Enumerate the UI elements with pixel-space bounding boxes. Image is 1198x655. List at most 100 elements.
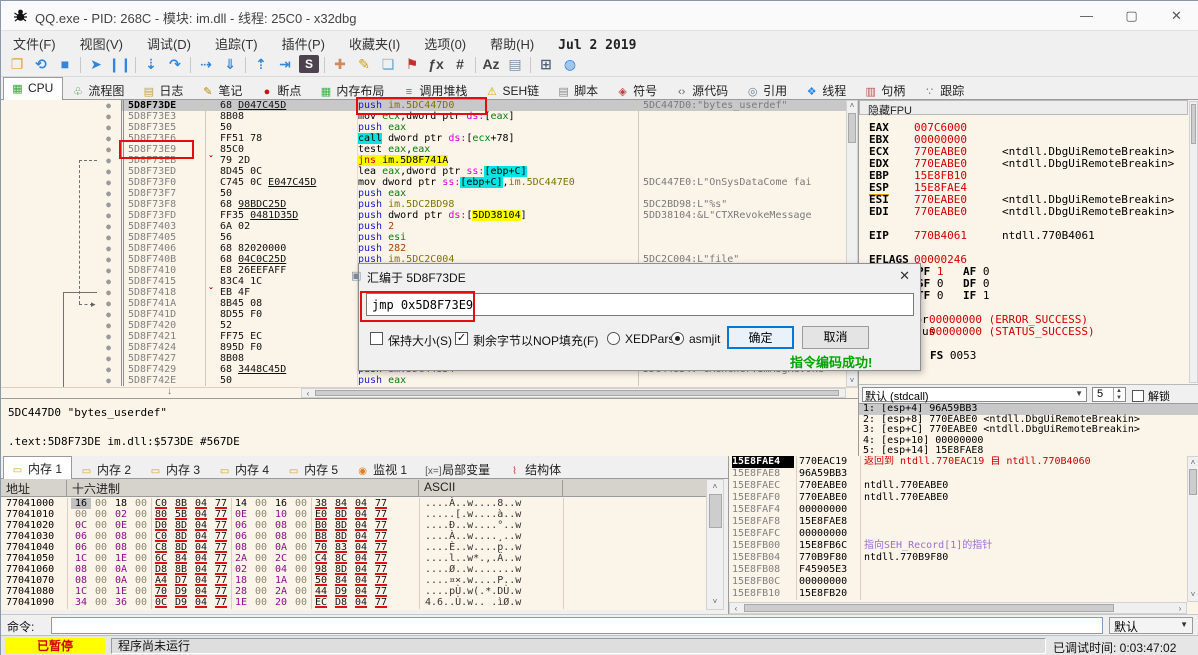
bookmark-icon[interactable]: ⚑ [400,53,424,75]
bottom-tab-内存 1[interactable]: ▭ 内存 1 [3,456,73,479]
dump-header-ascii[interactable]: ASCII [419,480,563,496]
dump-row[interactable]: 77041070 08 00 0A 00 A4 D7 04 77 18 00 1A 00 50 84 04 77… [1,575,706,586]
stack-row[interactable]: 15E8FB00 15E8FB6C 指向SEH_Record[1]的指针 [729,540,1198,552]
stack-vscrollbar[interactable]: ˄ ˅ [1187,456,1198,602]
breakpoint-dot-icon[interactable]: ● [96,210,121,221]
command-script-select[interactable]: 默认 ▼ [1109,617,1193,634]
dump-row[interactable]: 77041060 08 00 0A 00 D8 8B 04 77 02 00 04 00 98 8D 04 77… [1,564,706,575]
breakpoint-dot-icon[interactable]: ● [96,287,121,298]
disasm-row[interactable]: ● 5D8F73F8 68 98BDC25D push im.5DC2BD98 5DC2… [1,199,846,210]
run-icon[interactable]: ➤ [84,53,108,75]
unlock-checkbox[interactable]: 解锁 [1132,388,1170,404]
view-tab-线程[interactable]: ❖ 线程 [797,78,856,100]
breakpoint-dot-icon[interactable]: ● [96,331,121,342]
bottom-tab-内存 5[interactable]: ▭ 内存 5 [279,457,348,479]
calculator-icon[interactable]: ⊞ [534,53,558,75]
breakpoint-dot-icon[interactable]: ● [96,111,121,122]
keep-size-label[interactable]: 保持大小(S) [388,332,452,349]
phone-icon[interactable]: ▤ [503,53,527,75]
globe-icon[interactable]: ◍ [558,53,582,75]
register-value[interactable]: 770EABE0 [914,206,967,218]
disasm-row[interactable]: ● 5D8F73E5 50 push eax [1,122,846,133]
view-tab-源代码[interactable]: ‹› 源代码 [667,78,738,100]
run-to-user-icon[interactable]: ⇢ [194,53,218,75]
register-row[interactable]: EAX 007C6000 [859,122,1188,134]
view-tab-句柄[interactable]: ▥ 句柄 [856,78,915,100]
disasm-hscrollbar[interactable]: ‹ [301,388,846,398]
dump-row[interactable]: 77041080 1C 00 1E 00 70 D9 04 77 28 00 2A 00 44 D9 04 77… [1,586,706,597]
step-over-icon[interactable]: ↷ [163,53,187,75]
breakpoint-dot-icon[interactable]: ● [96,309,121,320]
register-row[interactable]: EIP 770B4061 ntdll.770B4061 [859,230,1188,242]
disasm-row[interactable]: ● 5D8F7403 6A 02 push 2 [1,221,846,232]
breakpoint-dot-icon[interactable]: ● [96,375,121,386]
arguments-list[interactable]: 1: [esp+4] 96A59BB3 2: [esp+8] 770EABE0 <… [858,403,1198,456]
execute-till-return-icon[interactable]: ⇓ [218,53,242,75]
breakpoint-dot-icon[interactable]: ● [96,199,121,210]
maximize-button[interactable]: ▢ [1109,1,1154,30]
dump-header-address[interactable]: 地址 [1,480,67,496]
breakpoint-dot-icon[interactable]: ● [96,100,121,111]
breakpoint-dot-icon[interactable]: ● [96,155,121,166]
asmjit-label[interactable]: asmjit [689,332,720,346]
stepper-arrows-icon[interactable]: ▲ ▼ [1113,388,1124,402]
nop-fill-label[interactable]: 剩余字节以NOP填充(F) [473,332,598,349]
function-icon[interactable]: ƒx [424,53,448,75]
view-tab-跟踪[interactable]: ∵ 跟踪 [915,78,974,100]
view-tab-SEH链[interactable]: ⚠ SEH链 [477,78,549,100]
restart-icon[interactable]: ⟲ [29,53,53,75]
view-tab-调用堆栈[interactable]: ≡ 调用堆栈 [394,78,477,100]
view-tab-断点[interactable]: ● 断点 [252,78,311,100]
xedparse-radio[interactable] [607,332,620,345]
memory-dump-panel[interactable]: 地址 十六进制 ASCII 77041000 16 00 18 00 C0 8B 04 77 14… [1,479,724,610]
view-tab-内存布局[interactable]: ▦ 内存布局 [311,78,394,100]
attach-icon[interactable]: ⇥ [273,53,297,75]
dump-vscrollbar[interactable]: ˄ ˅ [706,479,724,610]
dump-row[interactable]: 77041040 06 00 08 00 C8 8D 04 77 08 00 0A 00 70 83 04 77… [1,542,706,553]
hide-fpu-button[interactable]: 隐藏FPU [859,100,1188,117]
run-up-icon[interactable]: ⇡ [249,53,273,75]
dump-row[interactable]: 77041090 34 00 36 00 0C D9 04 77 1E 00 20 00 EC D8 04 77… [1,597,706,608]
disasm-row[interactable]: ● 5D8F73ED 8D45 0C lea eax,dword ptr ss:[eb… [1,166,846,177]
breakpoint-dot-icon[interactable]: ● [96,320,121,331]
bottom-tab-内存 2[interactable]: ▭ 内存 2 [72,457,141,479]
scroll-down-icon[interactable]: ˅ [707,597,723,607]
breakpoint-dot-icon[interactable]: ● [96,166,121,177]
bottom-tab-内存 3[interactable]: ▭ 内存 3 [141,457,210,479]
nop-fill-checkbox[interactable]: ✓ [455,332,468,345]
stack-row[interactable]: 15E8FAF8 15E8FAE8 [729,516,1198,528]
breakpoint-dot-icon[interactable]: ● [96,232,121,243]
breakpoint-dot-icon[interactable]: ● [96,364,121,375]
scroll-up-icon[interactable]: ˄ [847,101,857,111]
view-tab-引用[interactable]: ◎ 引用 [738,78,797,100]
stack-row[interactable]: 15E8FB04 770B9F80 ntdll.770B9F80 [729,552,1198,564]
dump-row[interactable]: 77041020 0C 00 0E 00 D0 8D 04 77 06 00 08 00 B0 8D 04 77… [1,520,706,531]
stack-row[interactable]: 15E8FAE4 770EAC19 返回到 ntdll.770EAC19 自 ntd… [729,456,1198,468]
bottom-tab-内存 4[interactable]: ▭ 内存 4 [210,457,279,479]
view-tab-符号[interactable]: ◈ 符号 [608,78,667,100]
breakpoint-dot-icon[interactable]: ● [96,254,121,265]
minimize-button[interactable]: — [1064,1,1109,30]
disasm-row[interactable]: ● 5D8F73E6 FF51 78 call dword ptr ds:[ecx+7… [1,133,846,144]
stack-row[interactable]: 15E8FAE8 96A59BB3 [729,468,1198,480]
keep-size-checkbox[interactable] [370,332,383,345]
stack-row[interactable]: 15E8FAEC 770EABE0 ntdll.770EABE0 [729,480,1198,492]
stack-panel[interactable]: 15E8FAE4 770EAC19 返回到 ntdll.770EAC19 自 ntd… [728,456,1198,614]
stack-row[interactable]: 15E8FB10 15E8FB20 [729,588,1198,600]
bottom-tab-结构体[interactable]: ⌇ 结构体 [500,457,571,479]
stack-row[interactable]: 15E8FB08 F45905E3 [729,564,1198,576]
disasm-row[interactable]: ● 5D8F73EB ˇ 79 2D jns im.5D8F741A [1,155,846,166]
arg-count-stepper[interactable]: 5 ▲ ▼ [1092,387,1126,402]
disasm-row[interactable]: ● 5D8F73F7 50 push eax [1,188,846,199]
argument-row[interactable]: 3: [esp+C] 770EABE0 <ntdll.DbgUiRemoteBr… [859,424,1198,436]
stop-icon[interactable]: ■ [53,53,77,75]
breakpoint-dot-icon[interactable]: ● [96,243,121,254]
breakpoint-dot-icon[interactable]: ● [96,144,121,155]
view-tab-CPU[interactable]: ▦ CPU [3,77,64,100]
dump-row[interactable]: 77041010 00 00 02 00 80 5B 04 77 0E 00 10 00 E0 8D 04 77… [1,509,706,520]
scroll-down-icon[interactable]: ˅ [847,376,857,386]
disasm-row[interactable]: ● 5D8F73E9 85C0 test eax,eax [1,144,846,155]
argument-row[interactable]: 5: [esp+14] 15E8FAE8 [859,445,1198,456]
scroll-up-icon[interactable]: ˄ [1188,458,1198,468]
disasm-row[interactable]: ● 5D8F742E 50 push eax [1,375,846,386]
